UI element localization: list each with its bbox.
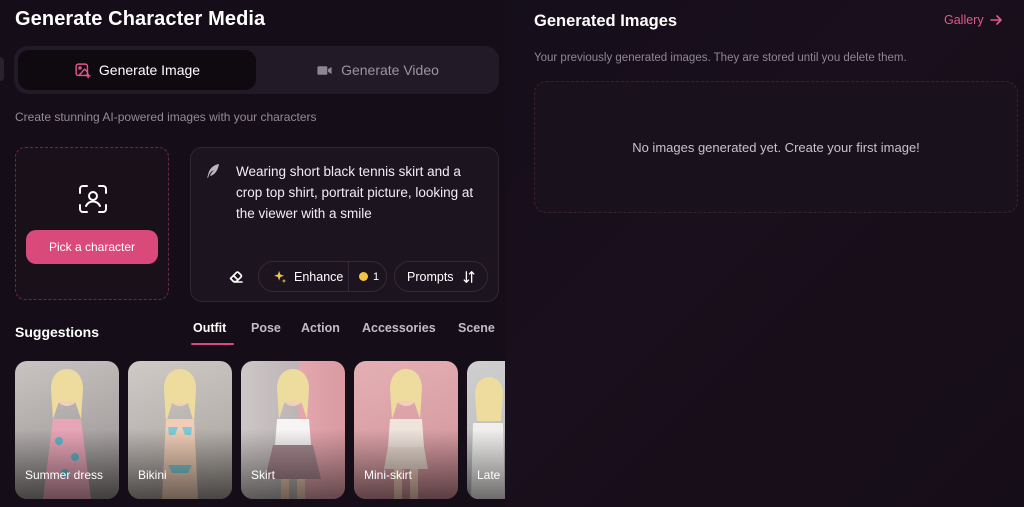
card-shade [241,429,345,499]
sort-arrows-icon [463,270,475,283]
prompts-button[interactable]: Prompts [394,261,488,292]
suggestion-label: Skirt [251,468,275,482]
pick-character-button[interactable]: Pick a character [26,230,158,264]
video-camera-icon [317,65,332,75]
tab-generate-image[interactable]: Generate Image [18,50,256,90]
eraser-icon[interactable] [228,268,244,284]
card-shade [354,429,458,499]
suggestion-label: Mini-skirt [364,468,412,482]
enhance-label: Enhance [294,269,344,284]
generated-panel [505,0,1024,507]
enhance-cost-value: 1 [373,270,380,283]
tab-accessories[interactable]: Accessories [362,321,436,335]
tab-action[interactable]: Action [301,321,340,335]
face-scan-icon [79,185,107,213]
page-title: Generate Character Media [15,8,266,30]
tab-generate-image-label: Generate Image [98,62,201,78]
suggestion-card-mini-skirt[interactable]: Mini-skirt [354,361,458,499]
card-shade [128,429,232,499]
prompt-editor[interactable]: Wearing short black tennis skirt and a c… [190,147,499,302]
gallery-link[interactable]: Gallery [944,13,1002,27]
suggestion-label: Summer dress [25,468,104,482]
card-shade [15,429,119,499]
coin-icon [359,272,368,281]
suggestions-title: Suggestions [15,324,100,340]
enhance-button[interactable]: Enhance 1 [258,261,387,292]
generated-images-title: Generated Images [534,12,678,30]
suggestion-card-skirt[interactable]: Skirt [241,361,345,499]
enhance-main[interactable]: Enhance [259,262,349,291]
prompt-textarea[interactable]: Wearing short black tennis skirt and a c… [236,161,486,224]
card-shade [467,429,505,499]
tab-outfit[interactable]: Outfit [193,321,226,335]
suggestion-label: Bikini [138,468,167,482]
media-type-tabs: Generate Image Generate Video [14,46,499,94]
collapse-handle[interactable] [0,57,4,81]
prompts-label: Prompts [407,269,454,284]
image-sparkle-icon [75,62,91,78]
tab-pose[interactable]: Pose [251,321,281,335]
suggestion-card-late[interactable]: Late [467,361,505,499]
enhance-cost: 1 [349,271,379,283]
arrow-right-icon [989,15,1002,25]
sparkles-icon [274,270,287,283]
tab-generate-video-label: Generate Video [341,62,439,78]
quill-icon [207,164,219,178]
generated-description: Your previously generated images. They a… [534,52,907,64]
page-subtitle: Create stunning AI-powered images with y… [15,110,317,124]
suggestion-card-summer-dress[interactable]: Summer dress [15,361,119,499]
gallery-label: Gallery [944,13,984,27]
active-tab-indicator [191,343,234,345]
tab-generate-video[interactable]: Generate Video [260,50,495,90]
generated-empty-state: No images generated yet. Create your fir… [534,81,1018,213]
character-picker[interactable]: Pick a character [15,147,169,300]
suggestion-label: Late [477,468,501,482]
tab-scene[interactable]: Scene [458,321,495,335]
suggestion-card-bikini[interactable]: Bikini [128,361,232,499]
empty-message: No images generated yet. Create your fir… [632,140,920,155]
generate-panel: Generate Character Media Generate Image … [0,0,505,507]
